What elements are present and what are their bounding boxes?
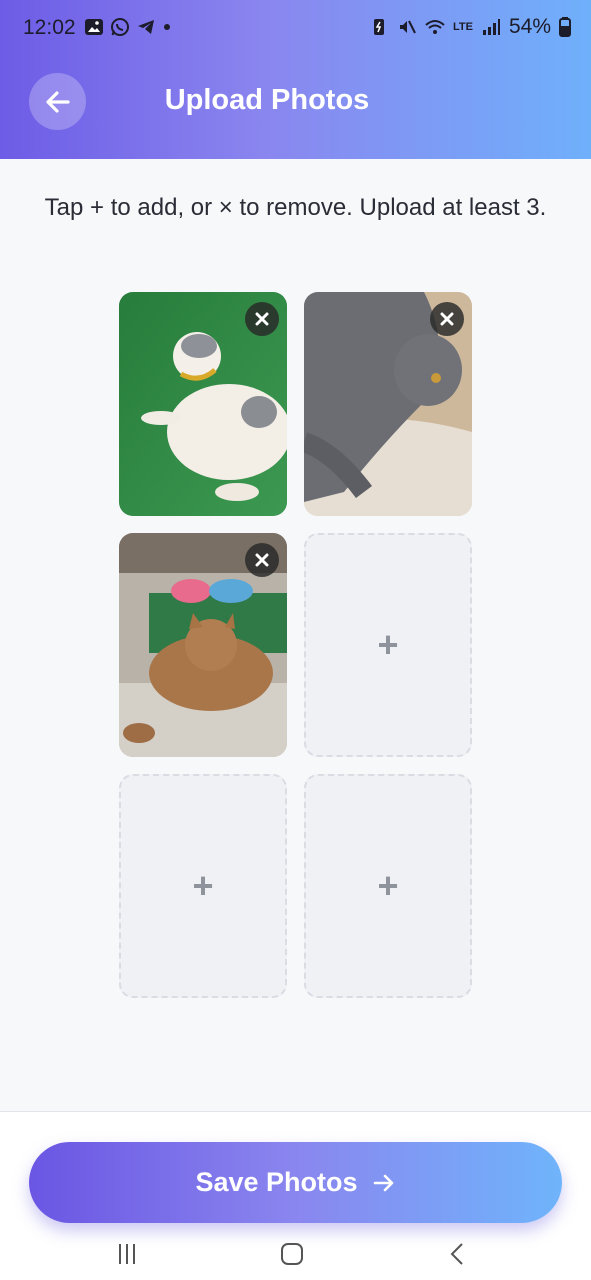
plus-icon: +: [377, 624, 399, 665]
status-bar: 12:02 LTE 54%: [0, 0, 591, 56]
remove-photo-button-2[interactable]: [430, 302, 464, 336]
dot-icon: [164, 24, 170, 30]
arrow-right-icon: [373, 1174, 393, 1191]
photo-slot-3[interactable]: [119, 533, 287, 757]
battery-saver-icon: [374, 19, 384, 35]
system-nav-bar: [0, 1226, 591, 1280]
save-photos-label: Save Photos: [195, 1167, 358, 1197]
telegram-icon: [138, 20, 154, 34]
wifi-icon: [425, 20, 445, 34]
battery-icon: [559, 17, 571, 37]
notification-icons: [84, 17, 172, 37]
add-photo-slot-6[interactable]: +: [304, 774, 472, 998]
page-title: Upload Photos: [164, 84, 370, 116]
whatsapp-icon: [111, 18, 129, 36]
close-icon: [255, 553, 269, 567]
network-type: LTE: [453, 20, 473, 33]
photo-slot-1[interactable]: [119, 292, 287, 516]
status-right: LTE 54%: [369, 15, 571, 39]
remove-photo-button-3[interactable]: [245, 543, 279, 577]
close-icon: [255, 312, 269, 326]
gallery-icon: [85, 19, 103, 35]
add-photo-slot-5[interactable]: +: [119, 774, 287, 998]
battery-level: 54%: [508, 15, 551, 38]
remove-photo-button-1[interactable]: [245, 302, 279, 336]
instructions-text: Tap + to add, or × to remove. Upload at …: [44, 194, 547, 221]
back-nav-button[interactable]: [438, 1234, 478, 1274]
close-icon: [440, 312, 454, 326]
recent-apps-button[interactable]: [107, 1234, 147, 1274]
signal-icon: [482, 19, 500, 35]
recent-apps-icon: [119, 1244, 135, 1264]
mute-icon: [400, 20, 416, 34]
home-button[interactable]: [272, 1234, 312, 1274]
save-photos-button[interactable]: Save Photos: [29, 1142, 562, 1223]
plus-icon: +: [377, 865, 399, 906]
add-photo-slot-4[interactable]: +: [304, 533, 472, 757]
header: 12:02 LTE 54% Upload Photos: [0, 0, 591, 159]
plus-icon: +: [192, 865, 214, 906]
chevron-left-icon: [450, 1243, 463, 1265]
status-time: 12:02: [23, 16, 76, 39]
photo-slot-2[interactable]: [304, 292, 472, 516]
home-icon: [281, 1243, 303, 1265]
